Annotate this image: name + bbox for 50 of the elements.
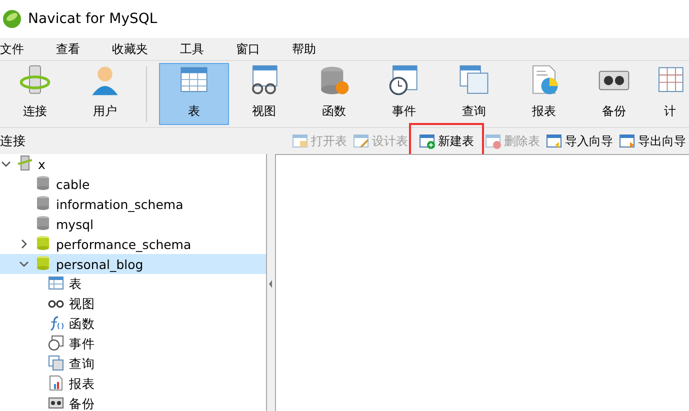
tree-label: 视图	[69, 296, 95, 312]
menu-item[interactable]: 工具	[174, 40, 216, 58]
tree-label: 报表	[69, 376, 95, 392]
chevron-down-icon[interactable]	[19, 259, 29, 269]
toolbar-button[interactable]: 用户	[70, 63, 140, 125]
tree-label: 事件	[69, 336, 95, 352]
toolbar-action[interactable]: 导入向导	[543, 130, 616, 152]
report-icon	[48, 374, 64, 390]
toolbar-button[interactable]: 连接	[0, 63, 70, 125]
tree-label: cable	[56, 176, 90, 192]
tree-item[interactable]: performance_schema	[0, 234, 266, 254]
tree-label: x	[38, 156, 46, 172]
toolbar-action[interactable]: 导出向导	[616, 130, 689, 152]
toolbar-button[interactable]: 备份	[579, 63, 649, 125]
toolbar-action[interactable]: 新建表	[411, 125, 482, 157]
backup-icon	[48, 394, 64, 410]
chevron-right-icon[interactable]	[19, 239, 29, 249]
toolbar-button[interactable]: 查询	[439, 63, 509, 125]
panel-title: 连接	[0, 132, 27, 150]
toolbar-button[interactable]: 计	[649, 63, 689, 125]
toolbar-button[interactable]: 函数	[299, 63, 369, 125]
tree-item[interactable]: x	[0, 154, 266, 174]
tree-label: 表	[69, 276, 82, 292]
app-logo-icon	[2, 9, 22, 29]
tree-label: 备份	[69, 396, 95, 411]
splitter-handle-icon[interactable]	[269, 280, 273, 288]
menu-item[interactable]: 收藏夹	[106, 40, 160, 58]
toolbar-button[interactable]: 视图	[229, 63, 299, 125]
toolbar-button[interactable]: 表	[159, 63, 229, 125]
toolbar-button[interactable]: 报表	[509, 63, 579, 125]
menu-item[interactable]: 查看	[50, 40, 92, 58]
tree-item[interactable]: cable	[0, 174, 266, 194]
tree-label: 函数	[69, 316, 95, 332]
new-table-icon	[419, 133, 435, 149]
window-title: Navicat for MySQL	[28, 11, 158, 27]
tree-item[interactable]: personal_blog	[0, 254, 266, 274]
tree-label: mysql	[56, 216, 94, 232]
chevron-down-icon[interactable]	[1, 159, 11, 169]
server-icon	[17, 154, 33, 170]
toolbar-button[interactable]: 事件	[369, 63, 439, 125]
tree-label: performance_schema	[56, 236, 192, 252]
tree-item[interactable]: mysql	[0, 214, 266, 234]
tree-label: 查询	[69, 356, 95, 372]
menu-item[interactable]: 窗口	[230, 40, 272, 58]
table-icon	[48, 274, 64, 290]
menu-item[interactable]: 文件	[0, 40, 36, 58]
tree-label: information_schema	[56, 196, 184, 212]
menu-item[interactable]: 帮助	[286, 40, 328, 58]
tree-item[interactable]: information_schema	[0, 194, 266, 214]
tree-label: personal_blog	[56, 256, 144, 272]
